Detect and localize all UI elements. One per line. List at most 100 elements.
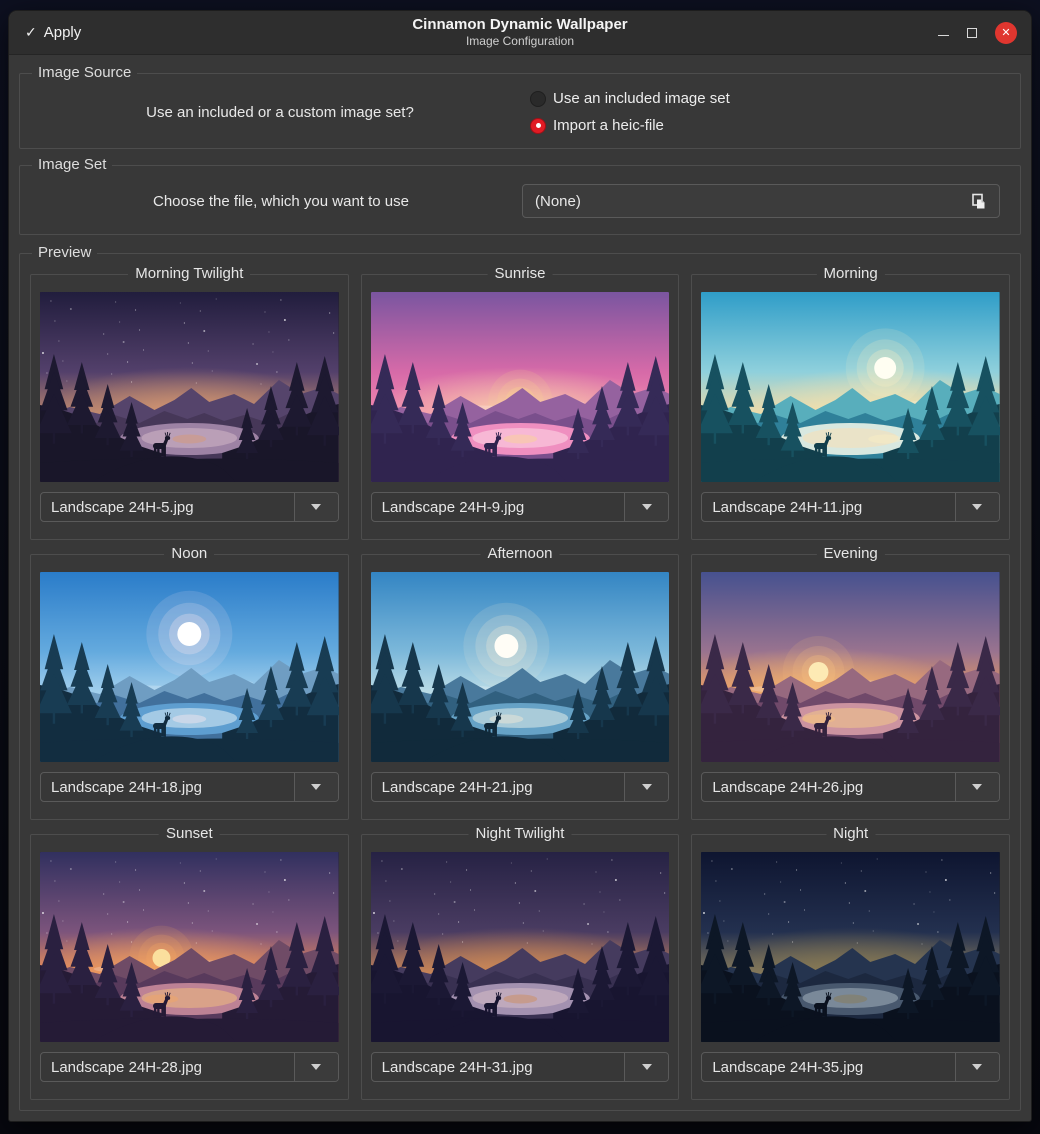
combo-value: Landscape 24H-21.jpg [372,773,625,801]
card-title: Afternoon [480,545,559,562]
card-title: Evening [817,545,885,562]
combo-arrow-button[interactable] [624,773,668,801]
combo-value: Landscape 24H-31.jpg [372,1053,625,1081]
combo-value: Landscape 24H-28.jpg [41,1053,294,1081]
image-select-combobox[interactable]: Landscape 24H-21.jpg [371,772,670,802]
wallpaper-scene [701,852,1000,1042]
image-select-combobox[interactable]: Landscape 24H-11.jpg [701,492,1000,522]
preview-card: Noon [30,554,349,820]
card-title: Sunrise [488,265,553,282]
image-source-section: Image Source Use an included or a custom… [19,73,1021,149]
apply-label: Apply [44,24,82,41]
radio-icon[interactable] [530,91,546,107]
preview-card: Sunrise [361,274,680,540]
chevron-down-icon [642,504,652,510]
chevron-down-icon [972,784,982,790]
card-title: Sunset [159,825,220,842]
chevron-down-icon [642,784,652,790]
close-button[interactable]: ✕ [995,22,1017,44]
check-icon: ✓ [25,24,37,41]
wallpaper-image [371,852,670,1042]
wallpaper-image [701,572,1000,762]
wallpaper-scene [371,572,670,762]
combo-arrow-button[interactable] [955,493,999,521]
card-title: Night Twilight [469,825,572,842]
wallpaper-scene [40,572,339,762]
preview-card: Sunset [30,834,349,1100]
radio-option[interactable]: Use an included image set [530,90,1000,107]
image-select-combobox[interactable]: Landscape 24H-9.jpg [371,492,670,522]
image-select-combobox[interactable]: Landscape 24H-31.jpg [371,1052,670,1082]
content-area: Image Source Use an included or a custom… [9,55,1031,1121]
image-set-section: Image Set Choose the file, which you wan… [19,165,1021,235]
window-title: Cinnamon Dynamic Wallpaper [412,16,627,35]
wallpaper-image [701,292,1000,482]
wallpaper-scene [40,292,339,482]
maximize-button[interactable] [967,28,977,38]
wallpaper-scene [40,852,339,1042]
preview-grid: Morning Twilight [30,274,1010,1100]
preview-card: Morning [691,274,1010,540]
preview-card: Night [691,834,1010,1100]
wallpaper-scene [371,852,670,1042]
chevron-down-icon [311,504,321,510]
wallpaper-scene [701,572,1000,762]
radio-option[interactable]: Import a heic-file [530,117,1000,134]
combo-value: Landscape 24H-9.jpg [372,493,625,521]
image-select-combobox[interactable]: Landscape 24H-5.jpg [40,492,339,522]
combo-value: Landscape 24H-35.jpg [702,1053,955,1081]
image-select-combobox[interactable]: Landscape 24H-26.jpg [701,772,1000,802]
file-copy-icon [970,193,987,210]
combo-arrow-button[interactable] [294,1053,338,1081]
wallpaper-image [371,292,670,482]
image-source-question: Use an included or a custom image set? [40,104,520,121]
wallpaper-image [40,572,339,762]
chevron-down-icon [642,1064,652,1070]
app-window: ✓ Apply Cinnamon Dynamic Wallpaper Image… [8,10,1032,1122]
combo-arrow-button[interactable] [955,773,999,801]
file-chooser-value: (None) [535,193,960,210]
image-select-combobox[interactable]: Landscape 24H-35.jpg [701,1052,1000,1082]
preview-card: Night Twilight [361,834,680,1100]
combo-arrow-button[interactable] [624,493,668,521]
preview-label: Preview [32,244,97,261]
chevron-down-icon [311,784,321,790]
window-subtitle: Image Configuration [412,34,627,49]
combo-value: Landscape 24H-5.jpg [41,493,294,521]
card-title: Night [826,825,875,842]
preview-card: Evening [691,554,1010,820]
preview-card: Morning Twilight [30,274,349,540]
combo-value: Landscape 24H-18.jpg [41,773,294,801]
image-select-combobox[interactable]: Landscape 24H-18.jpg [40,772,339,802]
radio-option-label: Import a heic-file [553,117,664,134]
card-title: Noon [164,545,214,562]
radio-icon[interactable] [530,118,546,134]
wallpaper-scene [371,292,670,482]
wallpaper-image [40,852,339,1042]
file-prompt: Choose the file, which you want to use [40,193,522,210]
radio-group: Use an included image set Import a heic-f… [520,90,1000,134]
wallpaper-image [371,572,670,762]
preview-section: Preview Morning Twilight [19,253,1021,1111]
minimize-button[interactable] [938,27,949,38]
chevron-down-icon [972,1064,982,1070]
combo-arrow-button[interactable] [624,1053,668,1081]
apply-button[interactable]: ✓ Apply [19,20,412,45]
combo-value: Landscape 24H-11.jpg [702,493,955,521]
image-set-label: Image Set [32,156,112,173]
combo-value: Landscape 24H-26.jpg [702,773,955,801]
combo-arrow-button[interactable] [294,773,338,801]
image-select-combobox[interactable]: Landscape 24H-28.jpg [40,1052,339,1082]
preview-card: Afternoon [361,554,680,820]
wallpaper-image [40,292,339,482]
combo-arrow-button[interactable] [294,493,338,521]
wallpaper-scene [701,292,1000,482]
card-title: Morning Twilight [128,265,250,282]
card-title: Morning [817,265,885,282]
file-chooser-button[interactable]: (None) [522,184,1000,218]
titlebar[interactable]: ✓ Apply Cinnamon Dynamic Wallpaper Image… [9,11,1031,55]
chevron-down-icon [311,1064,321,1070]
chevron-down-icon [972,504,982,510]
wallpaper-image [701,852,1000,1042]
combo-arrow-button[interactable] [955,1053,999,1081]
